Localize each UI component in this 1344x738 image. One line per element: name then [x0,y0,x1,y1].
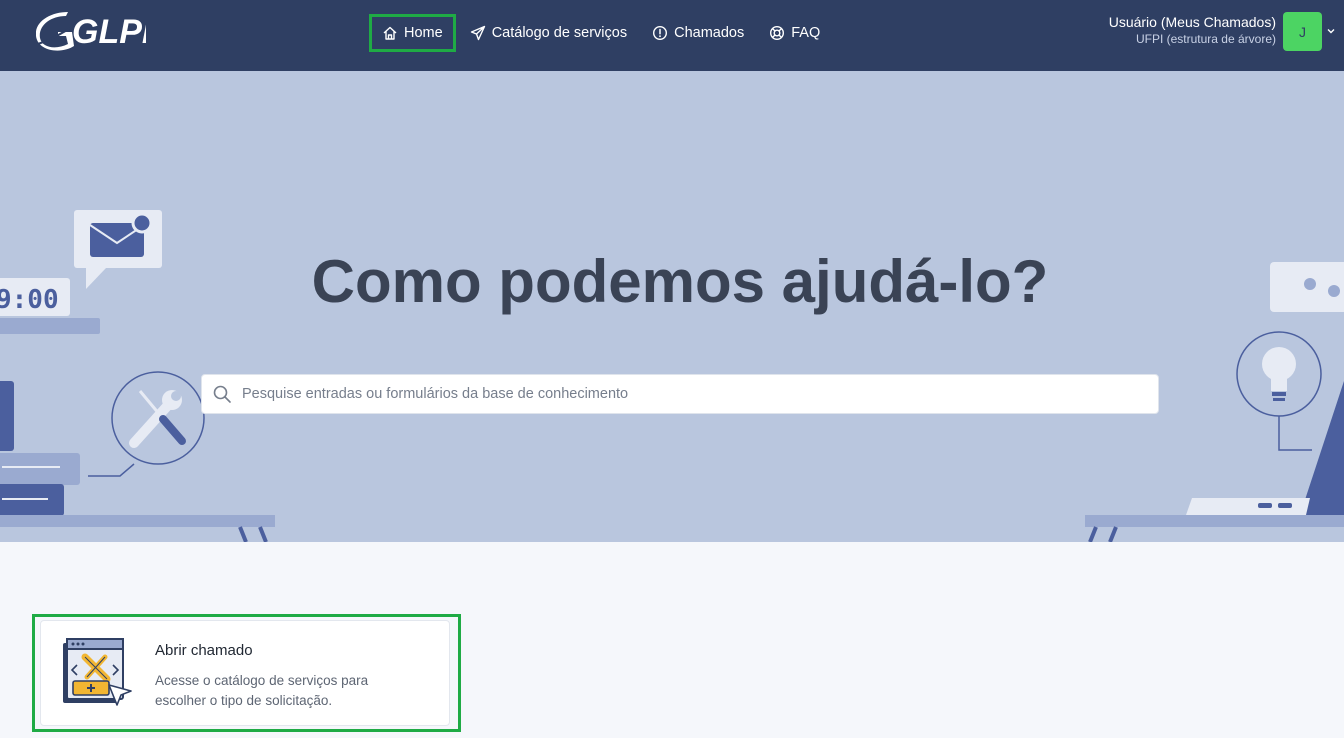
tile-description: Acesse o catálogo de serviços para escol… [155,673,369,708]
paper-plane-icon [470,25,485,41]
nav-home-label: Home [404,25,443,41]
desk-surface [0,515,275,527]
alert-circle-icon [653,25,668,41]
nav-service-catalog-label: Catálogo de serviços [491,25,628,41]
search-icon [213,385,231,403]
tools-icon [88,371,205,477]
user-entity: UFPI (estrutura de árvore) [1135,32,1276,46]
nav-faq[interactable]: FAQ [769,14,820,52]
main-nav: Home Catálogo de serviços Chamados FAQ [369,14,820,52]
pen-holder [0,381,14,451]
tile-open-ticket[interactable]: Abrir chamado Acesse o catálogo de servi… [40,620,450,726]
nav-faq-label: FAQ [791,25,821,41]
user-name: Usuário (Meus Chamados) [1108,14,1276,30]
logo-text: GLPI [72,13,146,51]
avatar[interactable]: J [1283,12,1322,51]
nav-tickets[interactable]: Chamados [652,14,744,52]
book [0,453,80,485]
helpdesk-illustration-right [1085,262,1344,542]
lifebuoy-icon [770,25,785,41]
tile-title: Abrir chamado [155,642,253,659]
home-icon [383,26,397,40]
desk-surface [1085,515,1344,527]
top-navbar: GLPI Home Catálogo de serviços Chamados … [0,0,1344,71]
hero-banner: 9:00 Como podemos ajudá-lo? [0,71,1344,542]
nav-tickets-label: Chamados [674,25,745,41]
service-catalog-icon [63,638,132,706]
lightbulb-icon [1236,331,1322,451]
chat-bubble-icon [1270,262,1344,312]
glpi-logo[interactable]: GLPI [36,10,146,54]
search-bar[interactable] [201,374,1159,414]
laptop [1186,381,1344,515]
nav-home[interactable]: Home [369,14,456,52]
user-menu[interactable]: Usuário (Meus Chamados) UFPI (estrutura … [1109,14,1276,47]
nav-service-catalog[interactable]: Catálogo de serviços [470,14,627,52]
chevron-down-icon[interactable] [1326,26,1336,36]
search-input[interactable] [242,386,1158,402]
